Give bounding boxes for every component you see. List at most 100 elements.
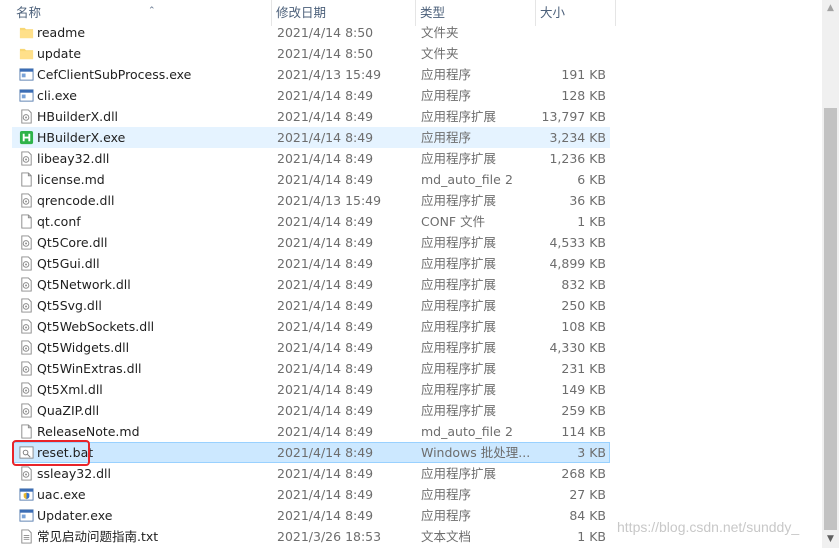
- file-icon: [19, 424, 34, 439]
- file-type: 应用程序扩展: [421, 298, 497, 313]
- file-modified-date: 2021/4/14 8:49: [277, 445, 374, 460]
- file-type: 应用程序: [421, 508, 472, 523]
- scroll-down-arrow-icon[interactable]: ▼: [822, 531, 839, 548]
- file-type: 文件夹: [421, 46, 459, 61]
- file-row[interactable]: Qt5Svg.dll 2021/4/14 8:49 应用程序扩展 250 KB: [12, 295, 610, 316]
- file-row[interactable]: Qt5Core.dll 2021/4/14 8:49 应用程序扩展 4,533 KB: [12, 232, 610, 253]
- dll-icon: [19, 277, 34, 292]
- file-row[interactable]: qt.conf 2021/4/14 8:49 CONF 文件 1 KB: [12, 211, 610, 232]
- file-row[interactable]: ReleaseNote.md 2021/4/14 8:49 md_auto_file…: [12, 421, 610, 442]
- file-row[interactable]: QuaZIP.dll 2021/4/14 8:49 应用程序扩展 259 KB: [12, 400, 610, 421]
- file-modified-date: 2021/4/14 8:50: [277, 46, 374, 61]
- file-name: libeay32.dll: [37, 151, 110, 166]
- file-row[interactable]: license.md 2021/4/14 8:49 md_auto_file 2 6 K…: [12, 169, 610, 190]
- file-modified-date: 2021/4/14 8:49: [277, 172, 374, 187]
- file-size: 36 KB: [569, 193, 606, 208]
- vertical-scrollbar[interactable]: ▲ ▼: [822, 0, 839, 548]
- file-modified-date: 2021/4/14 8:49: [277, 88, 374, 103]
- file-modified-date: 2021/4/14 8:49: [277, 424, 374, 439]
- file-name: QuaZIP.dll: [37, 403, 100, 418]
- file-name: HBuilderX.dll: [37, 109, 119, 124]
- file-name: qrencode.dll: [37, 193, 115, 208]
- file-size: 1 KB: [577, 529, 606, 544]
- file-row[interactable]: readme 2021/4/14 8:50 文件夹: [12, 22, 610, 43]
- file-name: Qt5Network.dll: [37, 277, 131, 292]
- file-name: HBuilderX.exe: [37, 130, 126, 145]
- file-row[interactable]: Qt5WinExtras.dll 2021/4/14 8:49 应用程序扩展 231 …: [12, 358, 610, 379]
- file-modified-date: 2021/4/14 8:49: [277, 466, 374, 481]
- file-modified-date: 2021/4/14 8:49: [277, 340, 374, 355]
- file-modified-date: 2021/4/14 8:49: [277, 109, 374, 124]
- file-modified-date: 2021/4/14 8:49: [277, 130, 374, 145]
- file-name: cli.exe: [37, 88, 77, 103]
- file-size: 4,330 KB: [549, 340, 606, 355]
- file-type: 应用程序扩展: [421, 277, 497, 292]
- file-modified-date: 2021/4/14 8:49: [277, 361, 374, 376]
- file-modified-date: 2021/4/14 8:49: [277, 214, 374, 229]
- dll-icon: [19, 256, 34, 271]
- file-row[interactable]: HBuilderX.dll 2021/4/14 8:49 应用程序扩展 13,797 …: [12, 106, 610, 127]
- file-type: 应用程序扩展: [421, 151, 497, 166]
- file-type: 应用程序扩展: [421, 466, 497, 481]
- file-row[interactable]: reset.bat 2021/4/14 8:49 Windows 批处理... 3 K…: [12, 442, 610, 463]
- file-type: 应用程序: [421, 67, 472, 82]
- file-modified-date: 2021/4/14 8:49: [277, 403, 374, 418]
- file-name: qt.conf: [37, 214, 81, 229]
- file-row[interactable]: ssleay32.dll 2021/4/14 8:49 应用程序扩展 268 KB: [12, 463, 610, 484]
- file-size: 259 KB: [561, 403, 606, 418]
- file-type: 应用程序扩展: [421, 382, 497, 397]
- highlight-annotation-box: [12, 440, 90, 466]
- file-row[interactable]: Updater.exe 2021/4/14 8:49 应用程序 84 KB: [12, 505, 610, 526]
- file-type: Windows 批处理...: [421, 445, 531, 460]
- dll-icon: [19, 193, 34, 208]
- file-row[interactable]: Qt5Xml.dll 2021/4/14 8:49 应用程序扩展 149 KB: [12, 379, 610, 400]
- file-row[interactable]: HBuilderX.exe 2021/4/14 8:49 应用程序 3,234 KB: [12, 127, 610, 148]
- exe-icon: [19, 508, 34, 523]
- file-size: 250 KB: [561, 298, 606, 313]
- file-size: 84 KB: [569, 508, 606, 523]
- dll-icon: [19, 340, 34, 355]
- file-size: 108 KB: [561, 319, 606, 334]
- file-size: 128 KB: [561, 88, 606, 103]
- file-name: CefClientSubProcess.exe: [37, 67, 192, 82]
- file-row[interactable]: libeay32.dll 2021/4/14 8:49 应用程序扩展 1,236 KB: [12, 148, 610, 169]
- file-row[interactable]: Qt5Gui.dll 2021/4/14 8:49 应用程序扩展 4,899 KB: [12, 253, 610, 274]
- file-row[interactable]: uac.exe 2021/4/14 8:49 应用程序 27 KB: [12, 484, 610, 505]
- file-row[interactable]: CefClientSubProcess.exe 2021/4/13 15:49 应用…: [12, 64, 610, 85]
- file-type: md_auto_file: [421, 172, 501, 187]
- file-row[interactable]: update 2021/4/14 8:50 文件夹: [12, 43, 610, 64]
- file-row[interactable]: 常见启动问题指南.txt 2021/3/26 18:53 文本文档 1 KB: [12, 526, 610, 547]
- file-name: Qt5Core.dll: [37, 235, 108, 250]
- file-row[interactable]: Qt5Network.dll 2021/4/14 8:49 应用程序扩展 832 KB: [12, 274, 610, 295]
- file-name: Qt5Xml.dll: [37, 382, 103, 397]
- file-size: [533, 44, 606, 63]
- file-icon: [19, 172, 34, 187]
- file-row[interactable]: Qt5Widgets.dll 2021/4/14 8:49 应用程序扩展 4,330 …: [12, 337, 610, 358]
- file-type: 应用程序: [421, 130, 472, 145]
- file-modified-date: 2021/4/13 15:49: [277, 193, 382, 208]
- file-modified-date: 2021/4/14 8:49: [277, 151, 374, 166]
- exe-icon: [19, 88, 34, 103]
- file-name: Qt5Widgets.dll: [37, 340, 130, 355]
- folder-icon: [19, 25, 34, 40]
- file-type-suffix: 2: [505, 424, 513, 439]
- scrollbar-thumb[interactable]: [824, 108, 837, 530]
- dll-icon: [19, 319, 34, 334]
- file-name: uac.exe: [37, 487, 86, 502]
- file-row[interactable]: Qt5WebSockets.dll 2021/4/14 8:49 应用程序扩展 108…: [12, 316, 610, 337]
- file-type: 应用程序扩展: [421, 340, 497, 355]
- file-row[interactable]: qrencode.dll 2021/4/13 15:49 应用程序扩展 36 KB: [12, 190, 610, 211]
- file-size: 231 KB: [561, 361, 606, 376]
- file-type: 应用程序扩展: [421, 256, 497, 271]
- file-modified-date: 2021/4/14 8:49: [277, 487, 374, 502]
- scroll-up-arrow-icon[interactable]: ▲: [822, 0, 839, 17]
- dll-icon: [19, 151, 34, 166]
- watermark: https://blog.csdn.net/sunddy_: [617, 519, 800, 535]
- file-modified-date: 2021/4/14 8:49: [277, 508, 374, 523]
- file-size: 27 KB: [569, 487, 606, 502]
- file-modified-date: 2021/4/14 8:49: [277, 277, 374, 292]
- file-modified-date: 2021/4/14 8:49: [277, 319, 374, 334]
- dll-icon: [19, 403, 34, 418]
- file-row[interactable]: cli.exe 2021/4/14 8:49 应用程序 128 KB: [12, 85, 610, 106]
- file-size: 191 KB: [561, 67, 606, 82]
